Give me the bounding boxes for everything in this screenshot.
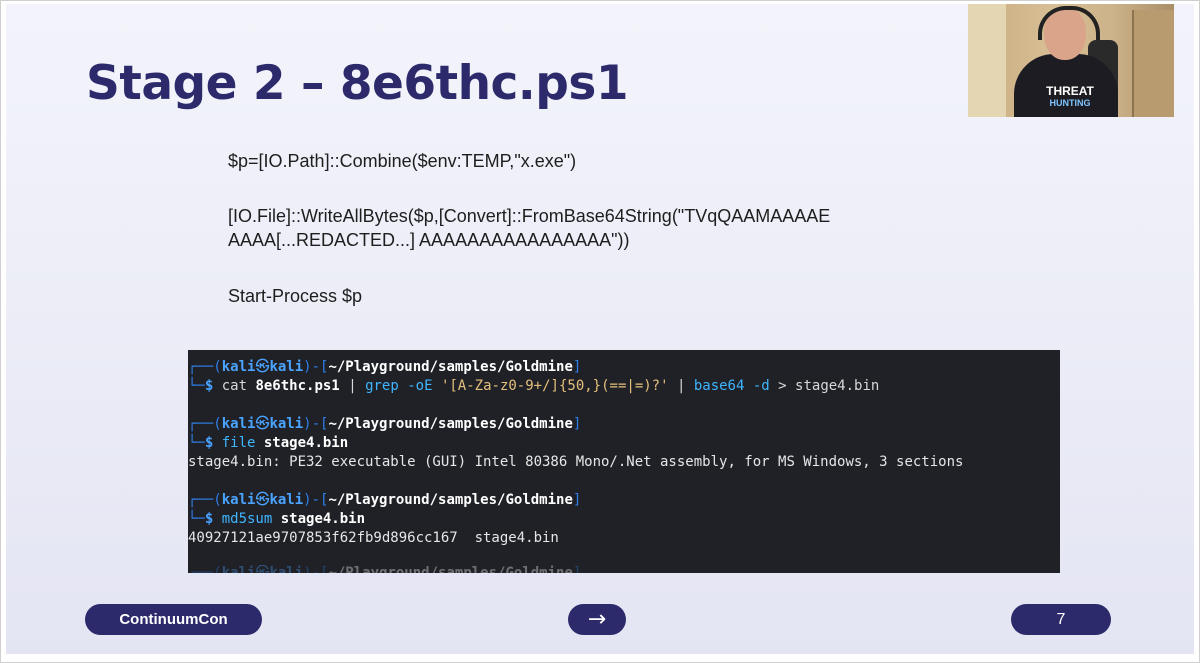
terminal-prompt-line: ┌──(kali㉿kali)-[~/Playground/samples/Gol…	[188, 359, 582, 375]
terminal-command-line: └─$ md5sum stage4.bin	[188, 511, 366, 527]
webcam-background-door-right	[1132, 10, 1174, 117]
terminal-command-line: └─$ cat 8e6thc.ps1 | grep -oE '[A-Za-z0-…	[188, 378, 880, 394]
brand-badge: ContinuumCon	[85, 604, 262, 635]
terminal-prompt-line: ┌──(kali㉿kali)-[~/Playground/samples/Gol…	[188, 416, 582, 432]
terminal-screenshot: ┌──(kali㉿kali)-[~/Playground/samples/Gol…	[188, 350, 1060, 573]
arrow-right-icon: →	[587, 607, 607, 632]
code-line-3: AAAA[...REDACTED...] AAAAAAAAAAAAAAAA"))	[228, 230, 630, 250]
code-line-4: Start-Process $p	[228, 286, 363, 306]
code-line-2: [IO.File]::WriteAllBytes($p,[Convert]::F…	[228, 206, 831, 226]
slide-title: Stage 2 – 8e6thc.ps1	[86, 56, 629, 111]
next-slide-button[interactable]: →	[568, 604, 626, 635]
terminal-output-line: stage4.bin: PE32 executable (GUI) Intel …	[188, 454, 964, 470]
webcam-overlay: THREAT HUNTING	[968, 4, 1174, 117]
headset-icon	[1038, 6, 1100, 40]
page-number-badge: 7	[1011, 604, 1111, 635]
terminal-command-line: └─$ file stage4.bin	[188, 435, 349, 451]
terminal-prompt-line-cutoff: ┌──(kali㉿kali)-[~/Playground/samples/Gol…	[188, 565, 582, 573]
code-line-1: $p=[IO.Path]::Combine($env:TEMP,"x.exe")	[228, 151, 577, 171]
terminal-output-line: 40927121ae9707853f62fb9d896cc167 stage4.…	[188, 530, 559, 546]
shirt-logo-text: THREAT	[1046, 84, 1094, 98]
webcam-background-door	[968, 4, 1006, 117]
shirt-logo-subtext: HUNTING	[1049, 98, 1091, 108]
presentation-slide: Stage 2 – 8e6thc.ps1 $p=[IO.Path]::Combi…	[6, 4, 1194, 654]
terminal-prompt-line: ┌──(kali㉿kali)-[~/Playground/samples/Gol…	[188, 492, 582, 508]
